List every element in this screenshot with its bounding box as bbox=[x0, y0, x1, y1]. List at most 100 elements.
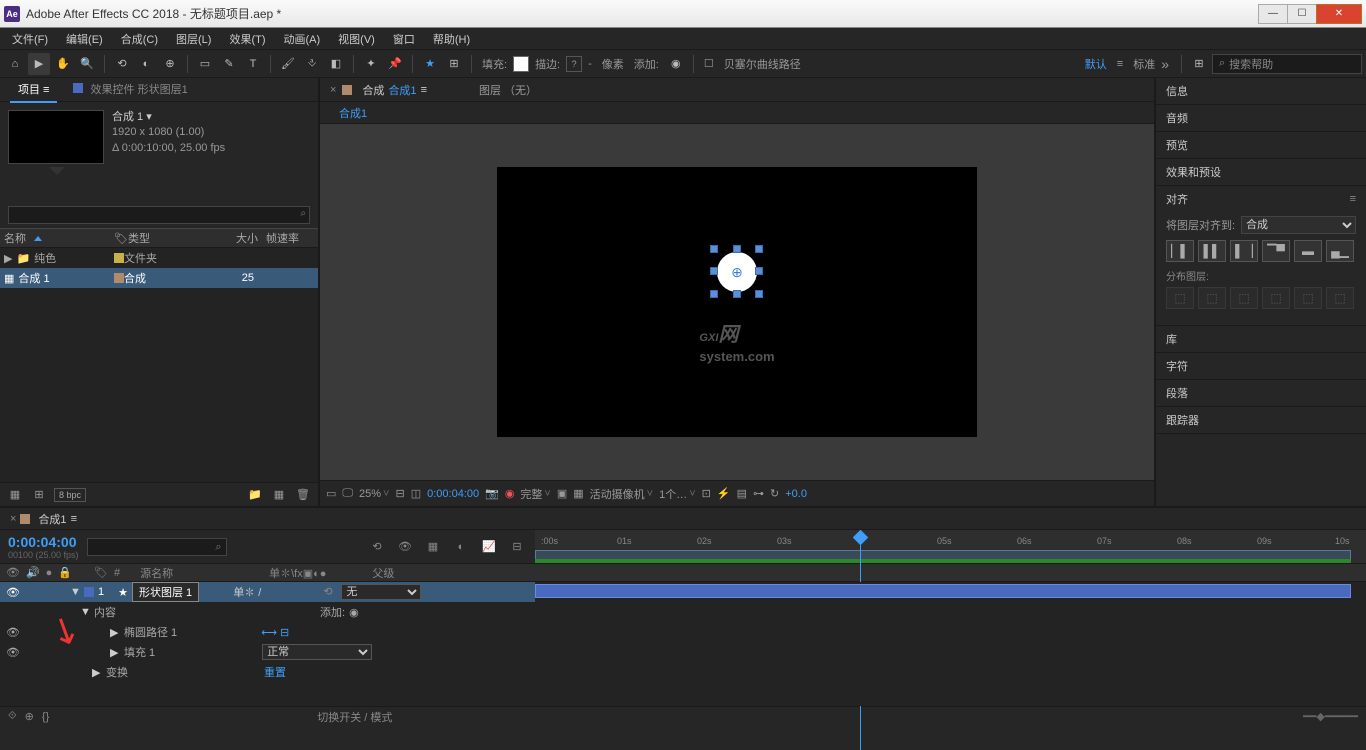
menu-file[interactable]: 文件(F) bbox=[4, 29, 56, 49]
handle-tm[interactable] bbox=[733, 245, 741, 253]
expand-icon[interactable]: » bbox=[1161, 56, 1169, 72]
stroke-swatch[interactable]: ? bbox=[566, 56, 582, 72]
menu-effect[interactable]: 效果(T) bbox=[221, 29, 273, 49]
graph-icon[interactable]: 📈 bbox=[479, 537, 499, 557]
orbit-tool-icon[interactable]: ⟲ bbox=[111, 53, 133, 75]
frame-blend-icon[interactable]: ▦ bbox=[423, 537, 443, 557]
align-hcenter-icon[interactable]: ▌▌ bbox=[1198, 240, 1226, 262]
workspace-standard[interactable]: 标准 bbox=[1133, 56, 1155, 72]
rotate-tool-icon[interactable]: ◐ bbox=[135, 53, 157, 75]
exposure-value[interactable]: +0.0 bbox=[785, 488, 807, 500]
layer-row-shape[interactable]: 👁 ▼ 1 ★ 形状图层 1 单✽ / ⟲ 无 bbox=[0, 582, 1366, 602]
tab-layer[interactable]: 图层 （无） bbox=[473, 78, 543, 102]
close-button[interactable]: ✕ bbox=[1316, 4, 1362, 24]
handle-mr[interactable] bbox=[755, 267, 763, 275]
handle-bl[interactable] bbox=[710, 290, 718, 298]
layer-bar[interactable] bbox=[535, 584, 1351, 598]
comp-thumbnail[interactable] bbox=[8, 110, 104, 164]
blend-mode-select[interactable]: 正常 bbox=[262, 644, 372, 660]
layer-name[interactable]: 形状图层 1 bbox=[132, 582, 199, 602]
handle-tl[interactable] bbox=[710, 245, 718, 253]
project-row-folder[interactable]: ▶ 📁 纯色 文件夹 bbox=[0, 248, 318, 268]
roi-icon[interactable]: ▣ bbox=[557, 487, 567, 500]
panel-grid-icon[interactable]: ⊞ bbox=[1188, 53, 1210, 75]
timeline-search-input[interactable]: ⌕ bbox=[87, 538, 227, 556]
toggle-switches-icon[interactable]: ⟐ bbox=[8, 710, 17, 723]
grid-icon[interactable]: ⊞ bbox=[443, 53, 465, 75]
res-half-icon[interactable]: ⊟ bbox=[395, 487, 404, 500]
views-dropdown[interactable]: 1个… bbox=[659, 486, 696, 502]
anchor-tool-icon[interactable]: ⊕ bbox=[159, 53, 181, 75]
pixel-aspect-icon[interactable]: ⊡ bbox=[702, 487, 711, 500]
pen-tool-icon[interactable]: ✎ bbox=[218, 53, 240, 75]
panel-align[interactable]: 对齐≡ bbox=[1156, 186, 1366, 212]
motion-blur-icon[interactable]: ◐ bbox=[451, 537, 471, 557]
toggle-in-out-icon[interactable]: {} bbox=[42, 711, 49, 723]
selection-tool-icon[interactable]: ▶ bbox=[28, 53, 50, 75]
channel-icon[interactable]: ◉ bbox=[505, 487, 515, 500]
panel-preview[interactable]: 预览 bbox=[1156, 132, 1366, 158]
close-tab-icon[interactable]: × bbox=[330, 84, 336, 96]
workspace-menu-icon[interactable]: ≡ bbox=[1117, 58, 1123, 70]
monitor-icon[interactable]: 🖵 bbox=[342, 487, 353, 500]
panel-menu-icon[interactable]: ≡ bbox=[1350, 193, 1356, 205]
camera-dropdown[interactable]: 活动摄像机 bbox=[590, 486, 653, 502]
layer-prop-fill[interactable]: 👁▶ 填充 1 正常 bbox=[0, 642, 1366, 662]
minimize-button[interactable]: — bbox=[1258, 4, 1288, 24]
flowchart-icon[interactable]: ⊶ bbox=[753, 487, 764, 500]
menu-edit[interactable]: 编辑(E) bbox=[58, 29, 111, 49]
new-folder-icon[interactable]: 📁 bbox=[246, 486, 264, 504]
project-search-input[interactable] bbox=[8, 206, 310, 224]
layer-prop-transform[interactable]: ▶ 变换 重置 bbox=[0, 662, 1366, 682]
text-tool-icon[interactable]: T bbox=[242, 53, 264, 75]
panel-info[interactable]: 信息 bbox=[1156, 78, 1366, 104]
add-menu-icon[interactable]: ◉ bbox=[665, 53, 687, 75]
brush-tool-icon[interactable]: 🖌 bbox=[277, 53, 299, 75]
align-right-icon[interactable]: ▌▕ bbox=[1230, 240, 1258, 262]
current-time[interactable]: 0:00:04:00 bbox=[427, 488, 479, 500]
menu-window[interactable]: 窗口 bbox=[385, 29, 423, 49]
add-content-icon[interactable]: ◉ bbox=[349, 606, 359, 619]
project-row-comp[interactable]: ▦ 合成 1 合成 25 bbox=[0, 268, 318, 288]
close-tab-icon[interactable]: × bbox=[10, 513, 16, 525]
draft3d-icon[interactable]: ⊟ bbox=[507, 537, 527, 557]
bpc-button[interactable]: 8 bpc bbox=[54, 488, 86, 502]
interpret-icon[interactable]: ▦ bbox=[6, 486, 24, 504]
snap-icon[interactable]: ★ bbox=[419, 53, 441, 75]
transform-reset[interactable]: 重置 bbox=[264, 664, 286, 680]
workspace-default[interactable]: 默认 bbox=[1085, 56, 1107, 72]
menu-layer[interactable]: 图层(L) bbox=[168, 29, 219, 49]
bezier-check[interactable]: ☐ bbox=[704, 57, 714, 70]
tab-project[interactable]: 项目 ≡ bbox=[10, 77, 57, 103]
puppet-tool-icon[interactable]: 📌 bbox=[384, 53, 406, 75]
panel-audio[interactable]: 音频 bbox=[1156, 105, 1366, 131]
twirl-icon[interactable]: ▼ bbox=[70, 586, 80, 598]
comp-shy-icon[interactable]: 👁 bbox=[395, 537, 415, 557]
trash-icon[interactable]: 🗑 bbox=[294, 486, 312, 504]
reset-exposure-icon[interactable]: ↻ bbox=[770, 487, 779, 500]
handle-bm[interactable] bbox=[733, 290, 741, 298]
tab-effect-controls[interactable]: 效果控件 形状图层1 bbox=[65, 77, 195, 103]
panel-presets[interactable]: 效果和预设 bbox=[1156, 159, 1366, 185]
zoom-tool-icon[interactable]: 🔍 bbox=[76, 53, 98, 75]
comp-viewer[interactable]: ⊕ GXI网 system.com bbox=[320, 124, 1154, 480]
panel-library[interactable]: 库 bbox=[1156, 326, 1366, 352]
flowchart-icon[interactable]: ⊞ bbox=[30, 486, 48, 504]
timecode[interactable]: 0:00:04:00 bbox=[8, 534, 79, 550]
panel-paragraph[interactable]: 段落 bbox=[1156, 380, 1366, 406]
new-comp-icon[interactable]: ▦ bbox=[270, 486, 288, 504]
menu-view[interactable]: 视图(V) bbox=[330, 29, 383, 49]
handle-tr[interactable] bbox=[755, 245, 763, 253]
search-help-input[interactable]: ⌕ 搜索帮助 bbox=[1212, 54, 1362, 74]
transparency-icon[interactable]: ▦ bbox=[573, 487, 583, 500]
align-left-icon[interactable]: ▏▌ bbox=[1166, 240, 1194, 262]
zoom-dropdown[interactable]: 25% bbox=[359, 488, 389, 500]
toggle-modes-icon[interactable]: ⊕ bbox=[25, 710, 34, 723]
zoom-slider[interactable]: ━━◆━━━━━ bbox=[1303, 710, 1358, 723]
parent-select[interactable]: 无 bbox=[341, 584, 421, 600]
snapshot-icon[interactable]: 📷 bbox=[485, 487, 499, 500]
rect-tool-icon[interactable]: ▭ bbox=[194, 53, 216, 75]
pickwhip-icon[interactable]: ⟲ bbox=[323, 585, 337, 599]
menu-help[interactable]: 帮助(H) bbox=[425, 29, 478, 49]
time-ruler[interactable]: :00s 01s 02s 03s 05s 06s 07s 08s 09s 10s bbox=[535, 530, 1366, 563]
